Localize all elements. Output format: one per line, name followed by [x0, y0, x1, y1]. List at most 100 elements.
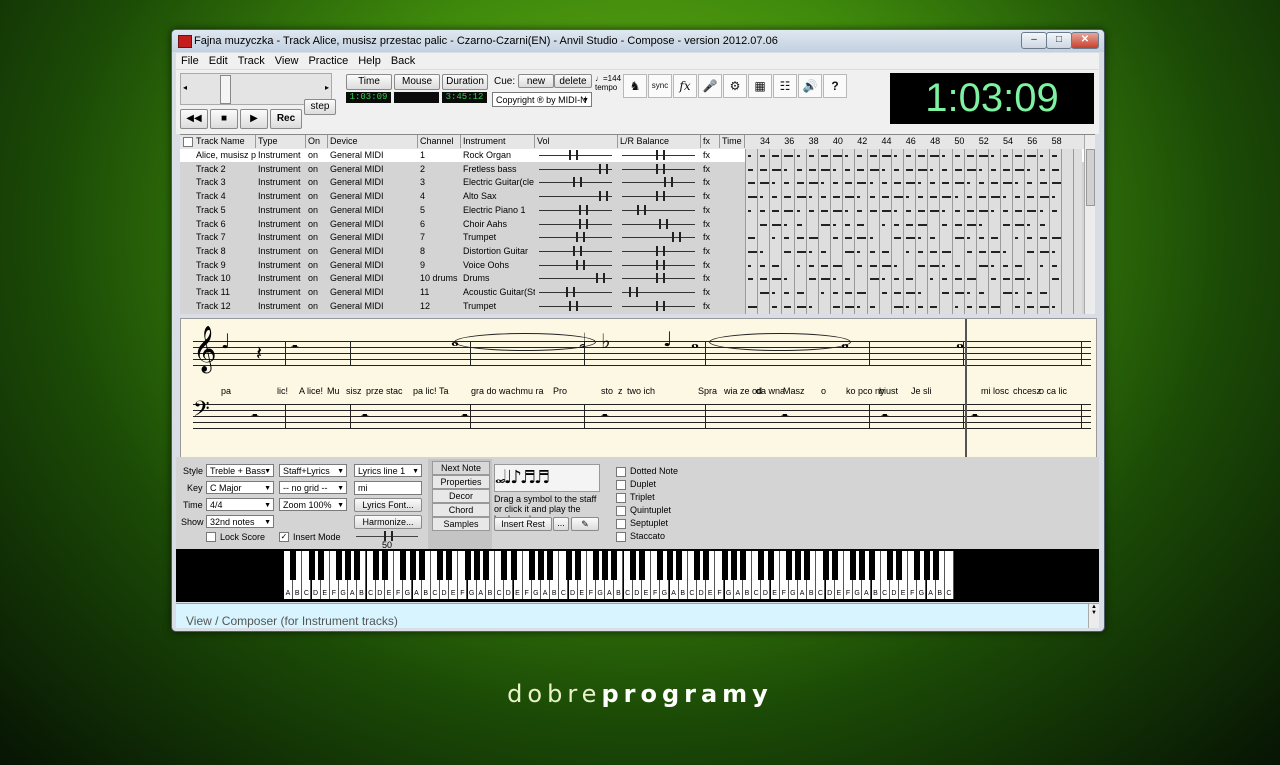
copyright-dropdown[interactable]: Copyright ® by MIDI-N ▼ [492, 92, 592, 107]
track-name[interactable]: Track 9 [194, 259, 256, 272]
track-name[interactable]: Track 3 [194, 176, 256, 189]
track-device[interactable]: General MIDI [328, 149, 418, 162]
lyric-syllable[interactable]: Spra [698, 386, 717, 396]
column-header[interactable]: Time [720, 135, 745, 148]
record-button[interactable]: Rec [270, 109, 302, 129]
volume-knob[interactable] [573, 245, 582, 256]
staccato-checkbox[interactable] [616, 532, 626, 542]
piano-black-key[interactable] [381, 551, 388, 580]
volume-knob[interactable] [599, 163, 608, 174]
piano-black-key[interactable] [565, 551, 572, 580]
lyric-syllable[interactable]: o ca lic [1039, 386, 1067, 396]
track-on[interactable]: on [306, 190, 328, 203]
track-name[interactable]: Track 8 [194, 245, 256, 258]
piano-black-key[interactable] [932, 551, 939, 580]
balance-knob[interactable] [656, 273, 665, 284]
dotted-note-checkbox[interactable] [616, 467, 626, 477]
track-channel[interactable]: 11 [418, 286, 461, 299]
track-instrument[interactable]: Electric Piano 1 [461, 204, 535, 217]
timeline-overview[interactable] [745, 149, 1082, 314]
score-note[interactable]: 𝄼 [781, 406, 789, 426]
mouse-button[interactable]: Mouse [394, 74, 440, 90]
scroll-thumb[interactable] [220, 75, 231, 104]
track-channel[interactable]: 7 [418, 231, 461, 244]
piano-white-key[interactable]: C [944, 551, 954, 599]
tempo-label[interactable]: ♩=144 tempo [595, 74, 621, 92]
insert-rest-button[interactable]: Insert Rest [494, 517, 552, 531]
volume-knob[interactable] [566, 287, 575, 297]
track-channel[interactable]: 6 [418, 218, 461, 231]
score-note[interactable]: 𝄼 [291, 337, 299, 357]
close-button[interactable]: ✕ [1071, 32, 1099, 49]
piano-black-key[interactable] [400, 551, 407, 580]
piano-black-key[interactable] [703, 551, 710, 580]
track-name[interactable]: Track 6 [194, 218, 256, 231]
status-scrollbar[interactable]: ▲ ▼ [1088, 604, 1099, 628]
track-on[interactable]: on [306, 176, 328, 189]
track-name[interactable]: Track 7 [194, 231, 256, 244]
balance-slider[interactable] [622, 287, 695, 297]
column-header[interactable]: Instrument [461, 135, 535, 148]
key-dropdown[interactable]: C Major ▼ [206, 481, 274, 494]
balance-slider[interactable] [622, 204, 695, 215]
lyric-syllable[interactable]: Masz [783, 386, 805, 396]
tab-decor[interactable]: Decor [432, 489, 490, 503]
volume-slider[interactable] [539, 163, 612, 174]
grid-scrollbar[interactable] [1084, 135, 1095, 314]
track-instrument[interactable]: Voice Oohs [461, 259, 535, 272]
menu-item-back[interactable]: Back [386, 53, 420, 67]
track-on[interactable]: on [306, 163, 328, 176]
balance-knob[interactable] [637, 204, 646, 215]
track-device[interactable]: General MIDI [328, 204, 418, 217]
piano-black-key[interactable] [538, 551, 545, 580]
lyric-syllable[interactable]: pa lic! [413, 386, 437, 396]
score-note[interactable]: 𝄼 [881, 406, 889, 426]
track-on[interactable]: on [306, 149, 328, 162]
piano-black-key[interactable] [437, 551, 444, 580]
track-on[interactable]: on [306, 272, 328, 285]
maximize-button[interactable]: □ [1046, 32, 1072, 49]
piano-black-key[interactable] [336, 551, 343, 580]
track-type[interactable]: Instrument [256, 300, 306, 313]
menu-item-track[interactable]: Track [233, 53, 270, 67]
lyric-syllable[interactable]: two ich [627, 386, 655, 396]
balance-knob[interactable] [656, 245, 665, 256]
speaker-icon[interactable]: 🔊 [798, 74, 822, 98]
piano-black-key[interactable] [446, 551, 453, 580]
track-instrument[interactable]: Trumpet [461, 300, 535, 313]
piano-black-key[interactable] [859, 551, 866, 580]
piano-black-key[interactable] [914, 551, 921, 580]
help-icon[interactable]: ? [823, 74, 847, 98]
volume-slider[interactable] [539, 191, 612, 202]
track-fx-button[interactable]: fx [701, 231, 720, 244]
piano-black-key[interactable] [666, 551, 673, 580]
track-device[interactable]: General MIDI [328, 176, 418, 189]
track-type[interactable]: Instrument [256, 272, 306, 285]
track-device[interactable]: General MIDI [328, 163, 418, 176]
volume-slider[interactable] [539, 232, 612, 243]
track-name[interactable]: Track 11 [194, 286, 256, 299]
track-channel[interactable]: 4 [418, 190, 461, 203]
piano-black-key[interactable] [850, 551, 857, 580]
tab-properties[interactable]: Properties [432, 475, 490, 489]
track-fx-button[interactable]: fx [701, 300, 720, 313]
track-fx-button[interactable]: fx [701, 190, 720, 203]
track-on[interactable]: on [306, 218, 328, 231]
track-device[interactable]: General MIDI [328, 300, 418, 313]
balance-knob[interactable] [656, 163, 665, 174]
score-note[interactable]: 𝄼 [251, 406, 259, 426]
piano-black-key[interactable] [473, 551, 480, 580]
track-device[interactable]: General MIDI [328, 231, 418, 244]
volume-knob[interactable] [569, 300, 578, 311]
lyric-syllable[interactable]: chmu ra [511, 386, 544, 396]
velocity-slider[interactable] [356, 531, 418, 541]
scroll-right-icon[interactable]: ▸ [325, 83, 329, 92]
score-editor[interactable]: 𝄞 𝄢 pa lic! A lice! Mu sisz prze stac pa lic! T… [180, 318, 1097, 458]
score-note[interactable]: 𝄼 [601, 406, 609, 426]
piano-black-key[interactable] [831, 551, 838, 580]
play-button[interactable]: ▶ [240, 109, 268, 129]
rewind-button[interactable]: ◀◀ [180, 109, 208, 129]
piano-keyboard[interactable]: ABCDEFGABCDEFGABCDEFGABCDEFGABCDEFGABCDE… [176, 549, 1099, 602]
piano-black-key[interactable] [409, 551, 416, 580]
eighth-note-icon[interactable]: ♪ [510, 467, 521, 488]
